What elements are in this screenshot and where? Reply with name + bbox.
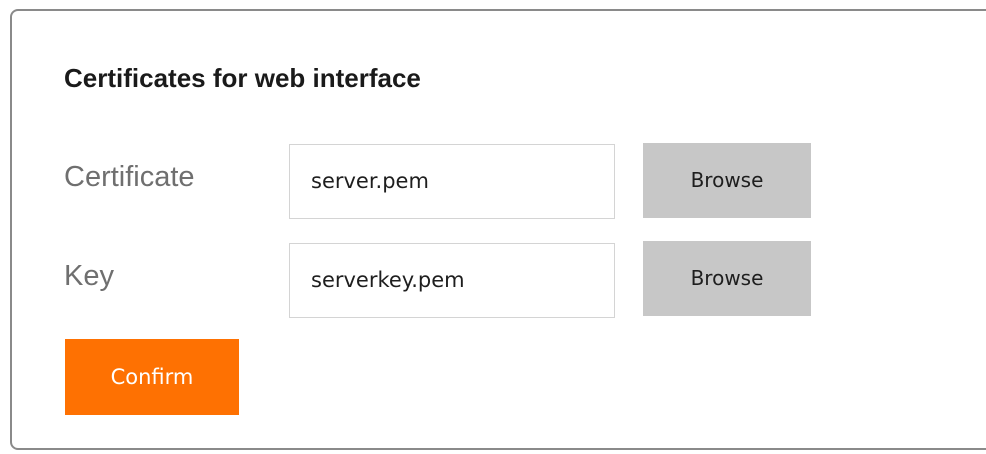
certificates-panel: Certificates for web interface Certifica…: [10, 9, 986, 450]
key-label: Key: [64, 260, 114, 292]
browse-key-button[interactable]: Browse: [643, 241, 811, 316]
browse-certificate-button[interactable]: Browse: [643, 143, 811, 218]
panel-title: Certificates for web interface: [64, 63, 421, 93]
certificate-label: Certificate: [64, 161, 195, 193]
key-field[interactable]: serverkey.pem: [289, 243, 615, 318]
certificate-field[interactable]: server.pem: [289, 144, 615, 219]
confirm-button[interactable]: Confirm: [65, 339, 239, 415]
